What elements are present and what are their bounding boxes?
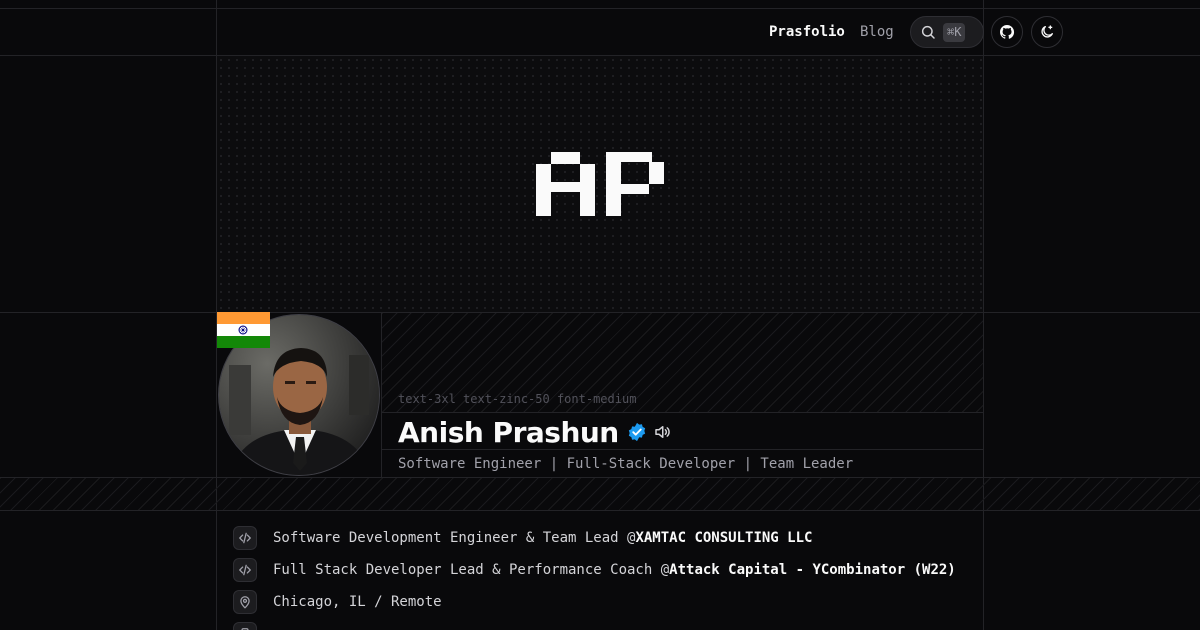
github-icon — [1000, 25, 1015, 39]
detail-text: Chicago, IL / Remote — [273, 594, 442, 610]
name-row: Anish Prashun — [398, 414, 671, 450]
speaker-icon[interactable] — [653, 423, 671, 441]
verified-badge-icon — [628, 422, 645, 442]
github-button[interactable] — [991, 16, 1023, 48]
map-pin-icon — [233, 590, 257, 614]
search-button[interactable]: ⌘K — [910, 16, 984, 48]
phone-icon — [233, 622, 257, 630]
class-hint-text: text-3xl text-zinc-50 font-medium — [398, 392, 637, 406]
hero-banner: AP — [217, 56, 983, 312]
search-icon — [921, 25, 935, 39]
moon-icon — [1041, 25, 1053, 38]
code-icon — [233, 558, 257, 582]
search-shortcut: ⌘K — [943, 23, 966, 42]
grid-line — [382, 412, 983, 413]
detail-text: Software Development Engineer & Team Lea… — [273, 530, 813, 546]
nav-link-prasfolio[interactable]: Prasfolio — [769, 24, 845, 40]
grid-line — [0, 510, 1200, 511]
detail-item-work: Full Stack Developer Lead & Performance … — [233, 558, 956, 582]
india-flag-icon — [217, 312, 270, 348]
ap-logo: AP — [536, 152, 664, 216]
profile-name: Anish Prashun — [398, 415, 619, 449]
detail-org-link[interactable]: Attack Capital - YCombinator (W22) — [669, 562, 956, 578]
detail-item-work: Software Development Engineer & Team Lea… — [233, 526, 812, 550]
grid-line — [983, 0, 984, 630]
top-nav: Prasfolio Blog ⌘K — [217, 8, 1063, 55]
theme-toggle-button[interactable] — [1031, 16, 1063, 48]
hatch-pattern — [0, 478, 1200, 510]
nav-link-blog[interactable]: Blog — [860, 24, 894, 40]
grid-line — [381, 313, 382, 478]
detail-item-location: Chicago, IL / Remote — [233, 590, 442, 614]
detail-org-link[interactable]: XAMTAC CONSULTING LLC — [635, 530, 812, 546]
detail-item-partial — [233, 622, 257, 630]
detail-text: Full Stack Developer Lead & Performance … — [273, 562, 956, 578]
profile-tagline: Software Engineer | Full-Stack Developer… — [398, 456, 854, 472]
code-icon — [233, 526, 257, 550]
